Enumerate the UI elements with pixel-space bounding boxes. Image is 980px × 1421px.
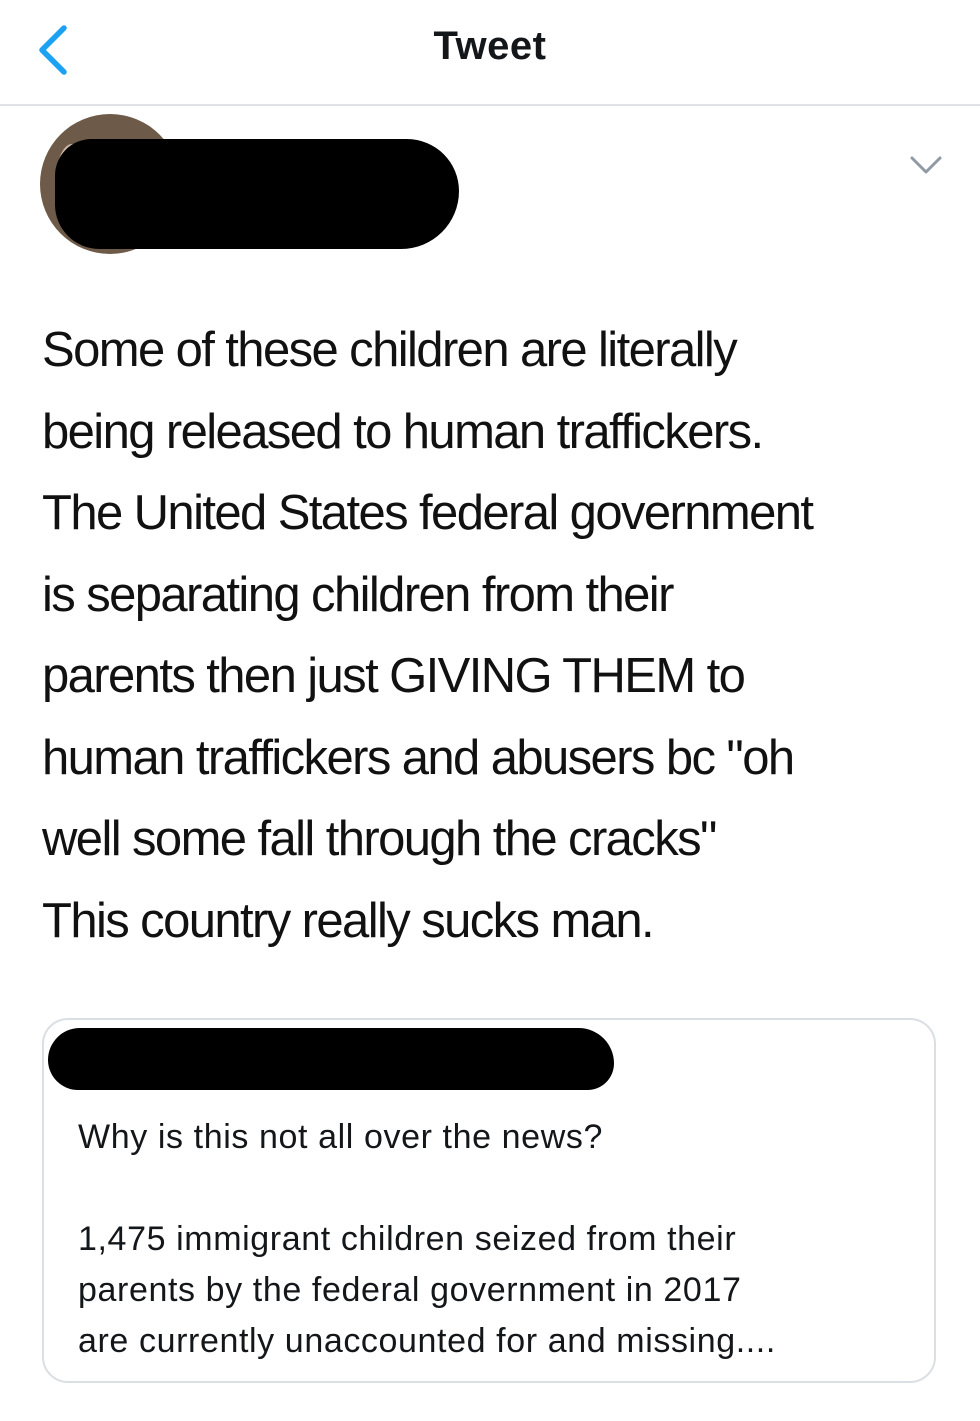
nav-bar: Tweet bbox=[0, 0, 980, 106]
chevron-down-icon bbox=[910, 156, 942, 174]
tweet-text: Some of these children are literally bei… bbox=[42, 323, 814, 948]
page-title: Tweet bbox=[433, 24, 547, 68]
quoted-tweet[interactable]: Why is this not all over the news? 1,475… bbox=[42, 1018, 936, 1383]
tweet-header bbox=[0, 106, 980, 286]
redacted-quoted-author bbox=[48, 1028, 614, 1090]
quoted-tweet-text: Why is this not all over the news? 1,475… bbox=[78, 1118, 776, 1360]
redacted-author-name bbox=[55, 139, 459, 249]
tweet-menu-button[interactable] bbox=[900, 146, 952, 186]
